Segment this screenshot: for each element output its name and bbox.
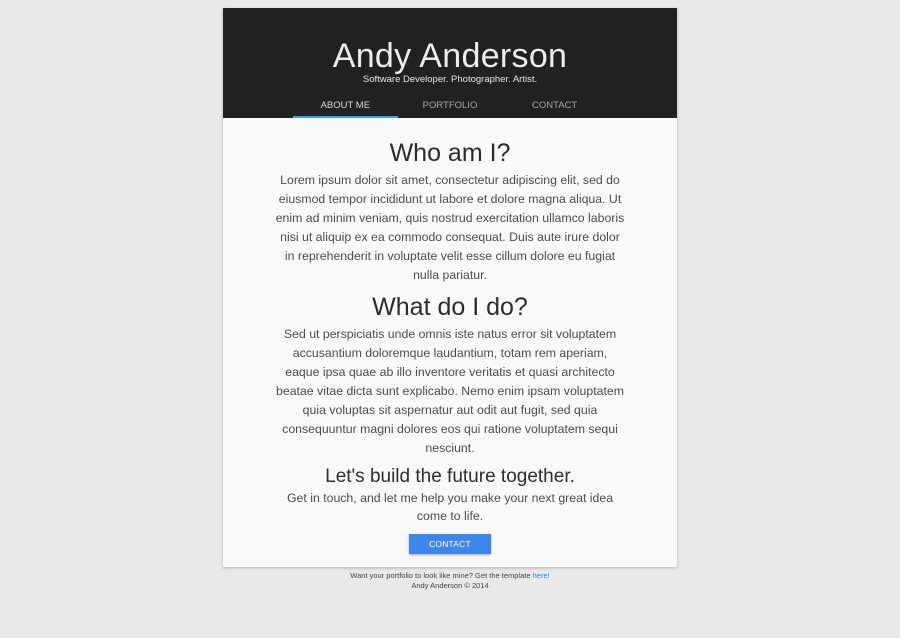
cta-heading: Let's build the future together. [325,466,575,487]
section-body-what: Sed ut perspiciatis unde omnis iste natu… [276,327,624,455]
nav-tabs: ABOUT ME PORTFOLIO CONTACT [293,96,607,118]
copyright: Andy Anderson © 2014 [411,581,489,590]
tab-contact[interactable]: CONTACT [502,96,607,118]
section-heading-who: Who am I? [389,139,511,167]
tab-about-me[interactable]: ABOUT ME [293,96,398,118]
about-content: Who am I? Lorem ipsum dolor sit amet, co… [223,118,677,554]
site-subtitle: Software Developer. Photographer. Artist… [362,74,538,85]
page-footer: Want your portfolio to look like mine? G… [223,571,677,591]
cta-body: Get in touch, and let me help you make y… [286,491,614,523]
tab-portfolio[interactable]: PORTFOLIO [398,96,503,118]
section-heading-what: What do I do? [372,293,528,321]
site-header: Andy Anderson Software Developer. Photog… [223,8,677,118]
section-body-who: Lorem ipsum dolor sit amet, consectetur … [275,173,625,282]
template-note-text: Want your portfolio to look like mine? G… [350,571,531,580]
contact-button[interactable]: CONTACT [409,534,491,554]
template-note: Want your portfolio to look like mine? G… [223,571,677,581]
site-title: Andy Anderson [332,37,568,75]
template-link[interactable]: here! [533,571,550,580]
portfolio-card: Andy Anderson Software Developer. Photog… [223,8,677,567]
